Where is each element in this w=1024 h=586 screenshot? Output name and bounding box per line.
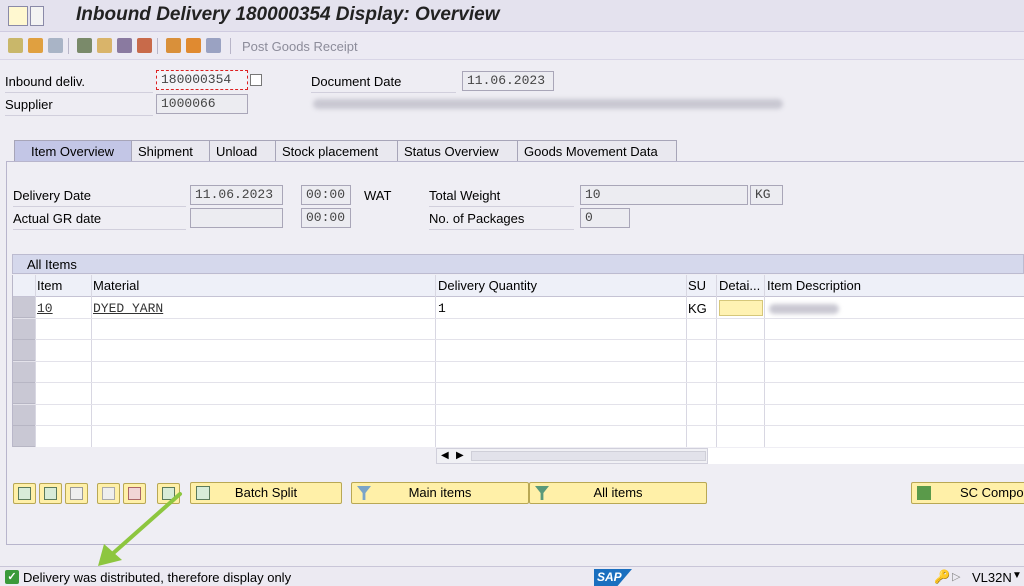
all-items-title: All Items xyxy=(12,254,1024,274)
copy-icon[interactable] xyxy=(250,74,262,86)
scroll-right-icon[interactable]: ▶ xyxy=(456,450,464,461)
document-date-field: 11.06.2023 xyxy=(462,71,554,91)
delete-icon[interactable] xyxy=(48,38,63,53)
header-icon[interactable] xyxy=(77,38,92,53)
deselect-all-button[interactable] xyxy=(65,483,88,504)
status-message[interactable]: Delivery was distributed, therefore disp… xyxy=(23,570,291,585)
total-weight-field: 10 xyxy=(580,185,748,205)
magnifier-icon xyxy=(18,487,31,500)
window-title: Inbound Delivery 180000354 Display: Over… xyxy=(76,4,500,25)
inbound-delivery-label: Inbound deliv. xyxy=(5,74,85,89)
partner-icon[interactable] xyxy=(97,38,112,53)
tab-item-overview[interactable]: Item Overview xyxy=(14,140,132,163)
scroll-thumb[interactable] xyxy=(471,451,706,461)
horizontal-scrollbar[interactable]: ◀ ▶ xyxy=(436,448,708,464)
filter-all-icon xyxy=(535,486,549,500)
details-button[interactable] xyxy=(13,483,36,504)
quantity-cell: 1 xyxy=(438,301,446,316)
weight-unit-field: KG xyxy=(750,185,783,205)
title-bar: Inbound Delivery 180000354 Display: Over… xyxy=(0,0,1024,32)
application-toolbar: Post Goods Receipt xyxy=(0,32,1024,60)
chevron-down-icon[interactable]: ▼ xyxy=(1012,570,1022,581)
row-selector[interactable] xyxy=(13,319,35,340)
col-su[interactable]: SU xyxy=(688,278,706,293)
overview-icon[interactable] xyxy=(117,38,132,53)
supplier-field: 1000066 xyxy=(156,94,248,114)
all-items-label: All items xyxy=(593,485,643,500)
hierarchy-icon xyxy=(917,486,931,500)
select-all-button[interactable] xyxy=(39,483,62,504)
tab-goods-movement-data[interactable]: Goods Movement Data xyxy=(517,140,677,162)
row-selector[interactable] xyxy=(13,297,35,318)
sap-logo: SAP xyxy=(594,569,632,586)
row-selector[interactable] xyxy=(13,340,35,361)
inbound-delivery-field[interactable]: 180000354 xyxy=(156,70,248,90)
su-cell: KG xyxy=(688,301,707,316)
actual-gr-date-field xyxy=(190,208,283,228)
tab-stock-placement[interactable]: Stock placement xyxy=(275,140,398,162)
delivery-date-label: Delivery Date xyxy=(13,188,92,203)
scroll-left-icon[interactable]: ◀ xyxy=(441,450,449,461)
row-selector[interactable] xyxy=(13,405,35,426)
packing-icon[interactable] xyxy=(166,38,181,53)
delivery-date-field: 11.06.2023 xyxy=(190,185,283,205)
batch-split-label: Batch Split xyxy=(234,485,298,500)
row-selector[interactable] xyxy=(13,362,35,383)
transaction-code[interactable]: VL32N xyxy=(972,570,1012,585)
main-items-label: Main items xyxy=(408,485,472,500)
play-icon[interactable]: ▷ xyxy=(952,570,960,583)
item-description-redacted xyxy=(769,304,839,314)
tab-unload[interactable]: Unload xyxy=(209,140,276,162)
filter-icon xyxy=(357,486,371,500)
detail-cell[interactable] xyxy=(719,300,763,316)
supplier-name-redacted xyxy=(313,99,783,109)
delivery-time-field: 00:00 xyxy=(301,185,351,205)
all-items-button[interactable]: All items xyxy=(529,482,707,504)
main-items-button[interactable]: Main items xyxy=(351,482,529,504)
tab-shipment[interactable]: Shipment xyxy=(131,140,210,162)
success-check-icon: ✓ xyxy=(5,570,19,584)
output-icon[interactable] xyxy=(186,38,201,53)
col-detail[interactable]: Detai... xyxy=(719,278,760,293)
batch-split-button[interactable]: Batch Split xyxy=(190,482,342,504)
timezone-label: WAT xyxy=(364,188,392,203)
lock-icon[interactable]: 🔑 xyxy=(934,569,950,585)
packages-label: No. of Packages xyxy=(429,211,525,226)
actual-gr-date-label: Actual GR date xyxy=(13,211,102,226)
col-item-description[interactable]: Item Description xyxy=(767,278,861,293)
document-date-label: Document Date xyxy=(311,74,402,89)
packages-field: 0 xyxy=(580,208,630,228)
total-weight-label: Total Weight xyxy=(429,188,501,203)
row-selector[interactable] xyxy=(13,426,35,447)
display-change-icon[interactable] xyxy=(8,38,23,53)
col-material[interactable]: Material xyxy=(93,278,139,293)
app-menu-icon[interactable] xyxy=(8,6,44,26)
col-item[interactable]: Item xyxy=(37,278,62,293)
material-cell[interactable]: DYED YARN xyxy=(93,301,163,316)
texts-icon[interactable] xyxy=(137,38,152,53)
status-bar: ✓ Delivery was distributed, therefore di… xyxy=(0,566,1024,586)
row-selector[interactable] xyxy=(13,383,35,404)
tab-status-overview[interactable]: Status Overview xyxy=(397,140,518,162)
supplier-label: Supplier xyxy=(5,97,53,112)
deselect-icon xyxy=(70,487,83,500)
col-delivery-quantity[interactable]: Delivery Quantity xyxy=(438,278,537,293)
sc-components-button[interactable]: SC Compon xyxy=(911,482,1024,504)
item-number-cell[interactable]: 10 xyxy=(37,301,53,316)
actual-gr-time-field: 00:00 xyxy=(301,208,351,228)
post-goods-receipt-button[interactable]: Post Goods Receipt xyxy=(242,39,358,54)
sc-components-label: SC Compon xyxy=(960,485,1024,500)
batch-split-icon xyxy=(196,486,210,500)
select-all-icon xyxy=(44,487,57,500)
items-table: Item Material Delivery Quantity SU Detai… xyxy=(12,275,1024,447)
annotation-arrow-icon xyxy=(98,492,182,566)
batch-icon[interactable] xyxy=(206,38,221,53)
create-icon[interactable] xyxy=(28,38,43,53)
